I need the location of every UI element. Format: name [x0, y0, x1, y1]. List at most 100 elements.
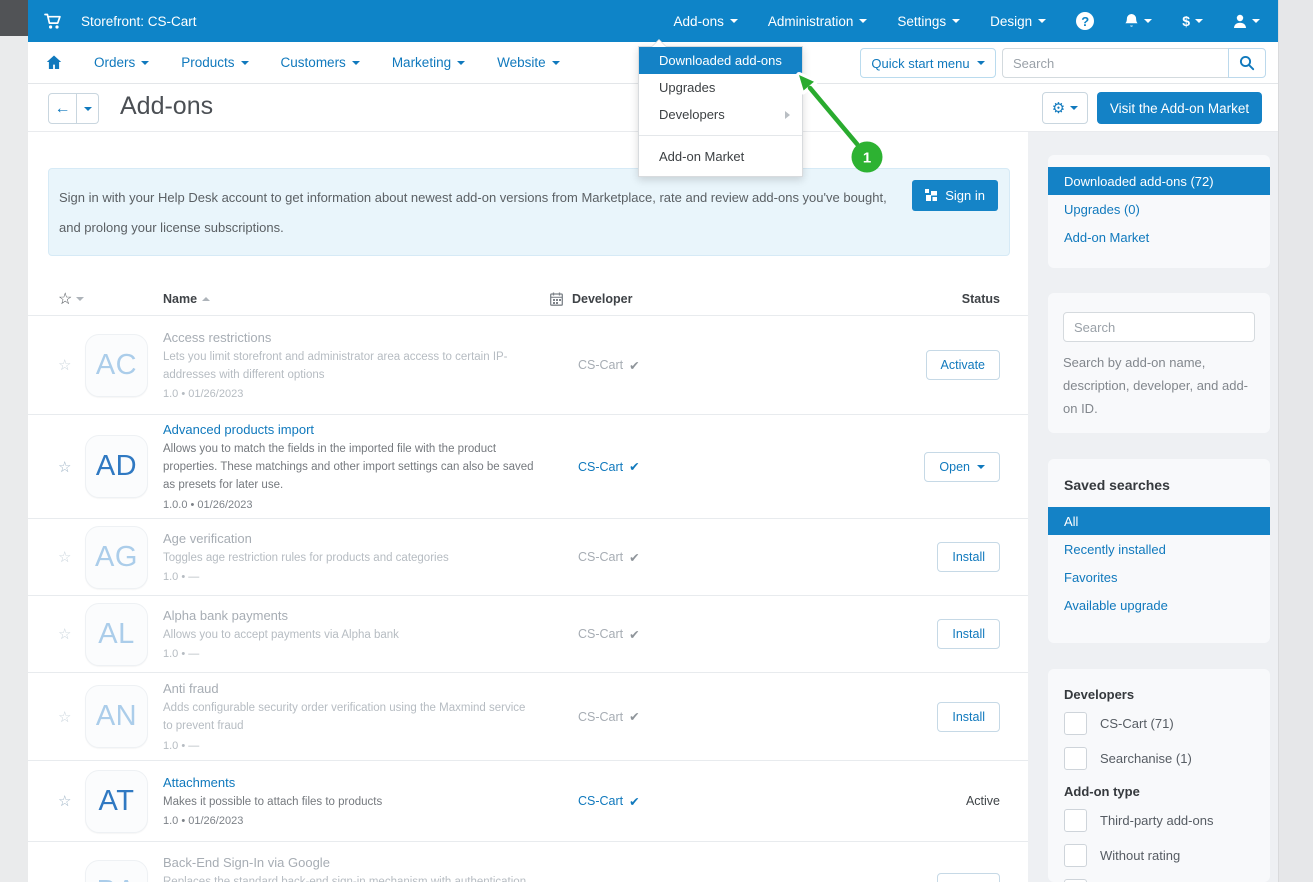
topbar-menu-design[interactable]: Design — [990, 14, 1046, 29]
sidebar-item-downloaded-addons[interactable]: Downloaded add-ons (72) — [1048, 167, 1270, 195]
back-history-button[interactable] — [77, 93, 99, 124]
name-column-header[interactable]: Name — [163, 292, 538, 306]
topbar-menu-administration[interactable]: Administration — [768, 14, 868, 29]
search-help-text: Search by add-on name, description, deve… — [1063, 352, 1255, 420]
help-icon[interactable]: ? — [1076, 12, 1094, 30]
sign-in-button[interactable]: Sign in — [912, 180, 998, 211]
storefront-label[interactable]: Storefront: CS-Cart — [81, 14, 197, 29]
favorite-star-icon[interactable]: ☆ — [58, 708, 85, 726]
nav-item-products[interactable]: Products — [181, 55, 248, 70]
addon-title-link[interactable]: Attachments — [163, 775, 538, 790]
table-header: ☆ Name Developer Status — [28, 282, 1028, 316]
sidebar-item-upgrades[interactable]: Upgrades (0) — [1048, 195, 1270, 223]
install-button[interactable]: Install — [937, 542, 1000, 572]
addon-title-link[interactable]: Advanced products import — [163, 422, 538, 437]
gear-button[interactable]: ⚙ — [1042, 92, 1088, 124]
filter-third-party[interactable]: Third-party add-ons — [1064, 809, 1254, 832]
menu-item-developers[interactable]: Developers — [639, 101, 802, 128]
cart-icon[interactable] — [44, 13, 63, 30]
favorite-star-icon[interactable]: ☆ — [58, 356, 85, 374]
menu-item-upgrades[interactable]: Upgrades — [639, 74, 802, 101]
signin-banner-text: Sign in with your Help Desk account to g… — [59, 183, 899, 243]
favorites-sort-header[interactable]: ☆ — [58, 289, 163, 309]
saved-searches-card: Saved searches All Recently installed Fa… — [1048, 459, 1270, 643]
addon-search-input[interactable] — [1063, 312, 1255, 342]
chevron-down-icon — [457, 61, 465, 65]
chevron-down-icon — [552, 61, 560, 65]
favorite-star-icon[interactable]: ☆ — [58, 625, 85, 643]
home-icon[interactable] — [46, 55, 62, 70]
saved-search-favorites[interactable]: Favorites — [1048, 563, 1270, 591]
nav-item-marketing[interactable]: Marketing — [392, 55, 465, 70]
addon-description: Allows you to accept payments via Alpha … — [163, 627, 538, 645]
checkbox[interactable] — [1064, 747, 1087, 770]
chevron-down-icon — [1144, 19, 1152, 23]
status-column-header: Status — [962, 292, 1028, 306]
menu-divider — [639, 135, 802, 136]
developer-column-header[interactable]: Developer — [550, 292, 632, 306]
install-button[interactable]: Install — [937, 702, 1000, 732]
nav-item-website[interactable]: Website — [497, 55, 560, 70]
checkbox[interactable] — [1064, 844, 1087, 867]
chevron-down-icon — [1070, 106, 1078, 110]
chevron-down-icon — [84, 107, 92, 111]
addon-title: Alpha bank payments — [163, 608, 538, 623]
install-button[interactable]: Install — [937, 619, 1000, 649]
verified-check-icon: ✔ — [629, 794, 639, 809]
addon-developer[interactable]: CS-Cart✔ — [578, 459, 738, 474]
notifications-menu[interactable] — [1124, 13, 1152, 29]
verified-check-icon: ✔ — [629, 550, 639, 565]
open-button[interactable]: Open — [924, 452, 1000, 482]
filters-card: Developers CS-Cart (71) Searchanise (1) … — [1048, 669, 1270, 882]
visit-addon-market-button[interactable]: Visit the Add-on Market — [1097, 92, 1262, 124]
addon-tile: AL — [85, 603, 148, 666]
checkbox[interactable] — [1064, 712, 1087, 735]
filter-without-rating[interactable]: Without rating — [1064, 844, 1254, 867]
addon-title: Back-End Sign-In via Google — [163, 855, 538, 870]
activate-button[interactable]: Activate — [926, 350, 1000, 380]
nav-item-orders[interactable]: Orders — [94, 55, 149, 70]
addon-developer[interactable]: CS-Cart✔ — [578, 627, 738, 642]
search-button[interactable] — [1228, 48, 1266, 78]
back-button[interactable]: ← — [48, 93, 77, 124]
filter-cs-cart[interactable]: CS-Cart (71) — [1064, 712, 1254, 735]
quick-start-menu-button[interactable]: Quick start menu — [860, 48, 996, 78]
topbar-menu-addons[interactable]: Add-ons — [674, 14, 738, 29]
addon-developer[interactable]: CS-Cart✔ — [578, 358, 738, 373]
addon-developer[interactable]: CS-Cart✔ — [578, 709, 738, 724]
topbar: Storefront: CS-Cart Add-ons Administrati… — [28, 0, 1278, 42]
addon-version: 1.0 • 01/26/2023 — [163, 388, 538, 400]
sidebar-item-addon-market[interactable]: Add-on Market — [1048, 223, 1270, 251]
addon-tile: AD — [85, 435, 148, 498]
favorite-star-icon[interactable]: ☆ — [58, 792, 85, 810]
saved-search-available-upgrade[interactable]: Available upgrade — [1048, 591, 1270, 619]
marketplace-grid-icon — [925, 189, 938, 202]
addon-title: Age verification — [163, 531, 538, 546]
search-input[interactable] — [1002, 48, 1228, 78]
sidebar-search-card: Search by add-on name, description, deve… — [1048, 293, 1270, 433]
topbar-menu-settings[interactable]: Settings — [897, 14, 960, 29]
verified-check-icon: ✔ — [629, 459, 639, 474]
saved-searches-title: Saved searches — [1048, 477, 1270, 493]
currency-icon: $ — [1182, 13, 1190, 29]
bell-icon — [1124, 13, 1139, 29]
desktop-right-strip — [1278, 0, 1313, 882]
addon-developer[interactable]: CS-Cart✔ — [578, 794, 738, 809]
saved-search-recently-installed[interactable]: Recently installed — [1048, 535, 1270, 563]
addon-version: 1.0.0 • 01/26/2023 — [163, 499, 538, 511]
saved-search-all[interactable]: All — [1048, 507, 1270, 535]
checkbox[interactable] — [1064, 809, 1087, 832]
favorite-star-icon[interactable]: ☆ — [58, 458, 85, 476]
install-button[interactable]: Install — [937, 873, 1000, 882]
nav-item-customers[interactable]: Customers — [281, 55, 360, 70]
addon-title: Anti fraud — [163, 681, 538, 696]
addon-description: Lets you limit storefront and administra… — [163, 349, 538, 385]
addon-developer[interactable]: CS-Cart✔ — [578, 550, 738, 565]
addon-tile: AN — [85, 685, 148, 748]
menu-item-downloaded-addons[interactable]: Downloaded add-ons — [639, 47, 802, 74]
favorite-star-icon[interactable]: ☆ — [58, 548, 85, 566]
filter-searchanise[interactable]: Searchanise (1) — [1064, 747, 1254, 770]
menu-item-addon-market[interactable]: Add-on Market — [639, 143, 802, 170]
currency-menu[interactable]: $ — [1182, 13, 1203, 29]
account-menu[interactable] — [1233, 14, 1260, 29]
